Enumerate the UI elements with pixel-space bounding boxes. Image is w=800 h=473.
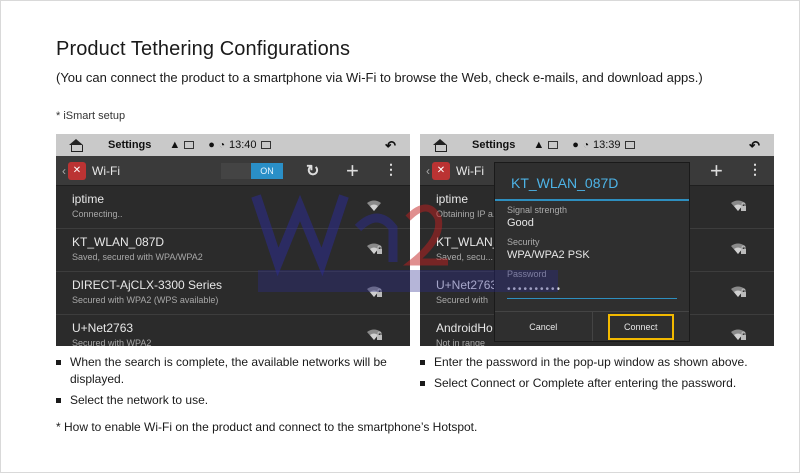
network-row[interactable]: DIRECT-AjCLX-3300 Series Secured with WPA… — [56, 272, 410, 315]
screenshot-icon — [260, 141, 271, 149]
wifi-secured-icon — [366, 285, 382, 297]
more-options-icon[interactable]: ⋮ — [748, 161, 762, 178]
wifi-signal-icon — [730, 242, 746, 254]
security-label: Security — [507, 237, 540, 247]
network-status: Connecting.. — [72, 209, 123, 219]
signal-value: Good — [507, 217, 534, 229]
action-bar: ‹ ✕ Wi-Fi ON ↻ + ⋮ — [56, 156, 410, 186]
password-input[interactable]: •••••••••• — [507, 281, 677, 299]
status-title: Settings — [108, 139, 152, 151]
back-icon[interactable]: ↶ — [385, 138, 396, 154]
instruction-item: When the search is complete, the availab… — [56, 354, 396, 388]
connect-button-label: Connect — [607, 313, 674, 340]
wifi-signal-icon — [730, 328, 746, 340]
wifi-settings-icon: ✕ — [68, 161, 86, 180]
status-title: Settings — [472, 139, 516, 151]
wifi-signal-icon — [366, 199, 382, 211]
wifi-secured-icon — [366, 328, 382, 340]
image-icon — [184, 141, 195, 149]
clock: 13:40 — [229, 139, 257, 151]
toggle-on-label: ON — [251, 163, 283, 179]
back-icon[interactable]: ↶ — [749, 138, 760, 154]
right-instructions: Enter the password in the pop-up window … — [420, 354, 780, 392]
network-name: KT_WLAN_087D — [72, 235, 165, 249]
action-title: Wi-Fi — [92, 163, 120, 178]
dialog-button-row: Cancel Connect — [495, 311, 689, 341]
security-value: WPA/WPA2 PSK — [507, 249, 590, 261]
footnote: * How to enable Wi-Fi on the product and… — [56, 420, 478, 434]
warning-icon: ▲ — [533, 139, 545, 151]
page-title: Product Tethering Configurations — [56, 38, 351, 60]
action-title: Wi-Fi — [456, 163, 484, 178]
wifi-status-icon: ◔ — [218, 139, 225, 151]
location-icon: ● — [572, 139, 579, 151]
refresh-icon[interactable]: ↻ — [306, 161, 319, 181]
screenshot-icon — [624, 141, 635, 149]
chevron-left-icon[interactable]: ‹ — [426, 164, 430, 178]
left-screenshot: Settings ▲ ● ◔ 13:40 ↶ ‹ ✕ Wi-Fi ON ↻ + … — [56, 134, 410, 346]
cancel-button[interactable]: Cancel — [495, 312, 593, 341]
network-status: Secured with WPA2 (WPS available) — [72, 295, 219, 305]
left-instructions: When the search is complete, the availab… — [56, 354, 396, 409]
status-bar: Settings ▲ ● ◔ 13:39 ↶ — [420, 134, 774, 156]
instruction-item: Select Connect or Complete after enterin… — [420, 375, 780, 392]
image-icon — [548, 141, 559, 149]
connect-button[interactable]: Connect — [593, 312, 690, 341]
wifi-signal-icon — [730, 285, 746, 297]
network-status: Saved, secured with WPA/WPA2 — [72, 252, 203, 262]
wifi-status-icon: ◔ — [582, 139, 589, 151]
network-row[interactable]: U+Net2763 Secured with WPA2 — [56, 315, 410, 346]
right-screenshot: Settings ▲ ● ◔ 13:39 ↶ ‹ ✕ Wi-Fi + ⋮ ipt… — [420, 134, 774, 346]
wifi-connect-dialog: KT_WLAN_087D Signal strength Good Securi… — [494, 162, 690, 342]
signal-label: Signal strength — [507, 205, 568, 215]
chevron-left-icon[interactable]: ‹ — [62, 164, 66, 178]
network-row[interactable]: iptime Connecting.. — [56, 186, 410, 229]
network-row[interactable]: KT_WLAN_087D Saved, secured with WPA/WPA2 — [56, 229, 410, 272]
more-options-icon[interactable]: ⋮ — [384, 161, 398, 178]
instruction-item: Select the network to use. — [56, 392, 396, 409]
home-icon[interactable] — [432, 139, 448, 152]
network-name: DIRECT-AjCLX-3300 Series — [72, 278, 223, 292]
add-network-icon[interactable]: + — [346, 158, 359, 184]
status-bar: Settings ▲ ● ◔ 13:40 ↶ — [56, 134, 410, 156]
wifi-toggle[interactable]: ON — [221, 163, 283, 179]
setup-label: * iSmart setup — [56, 110, 126, 122]
location-icon: ● — [208, 139, 215, 151]
network-name: U+Net2763 — [72, 321, 134, 335]
network-status: Secured with WPA2 — [72, 338, 152, 346]
warning-icon: ▲ — [169, 139, 181, 151]
dialog-title: KT_WLAN_087D — [495, 163, 689, 201]
instruction-item: Enter the password in the pop-up window … — [420, 354, 780, 371]
home-icon[interactable] — [68, 139, 84, 152]
page-subtitle: (You can connect the product to a smartp… — [56, 70, 703, 85]
network-list: iptime Connecting.. KT_WLAN_087D Saved, sec… — [56, 186, 410, 346]
wifi-secured-icon — [366, 242, 382, 254]
wifi-settings-icon: ✕ — [432, 161, 450, 180]
wifi-signal-icon — [730, 199, 746, 211]
password-label: Password — [507, 269, 547, 279]
add-network-icon[interactable]: + — [710, 158, 723, 184]
network-name: iptime — [72, 192, 105, 206]
clock: 13:39 — [593, 139, 621, 151]
